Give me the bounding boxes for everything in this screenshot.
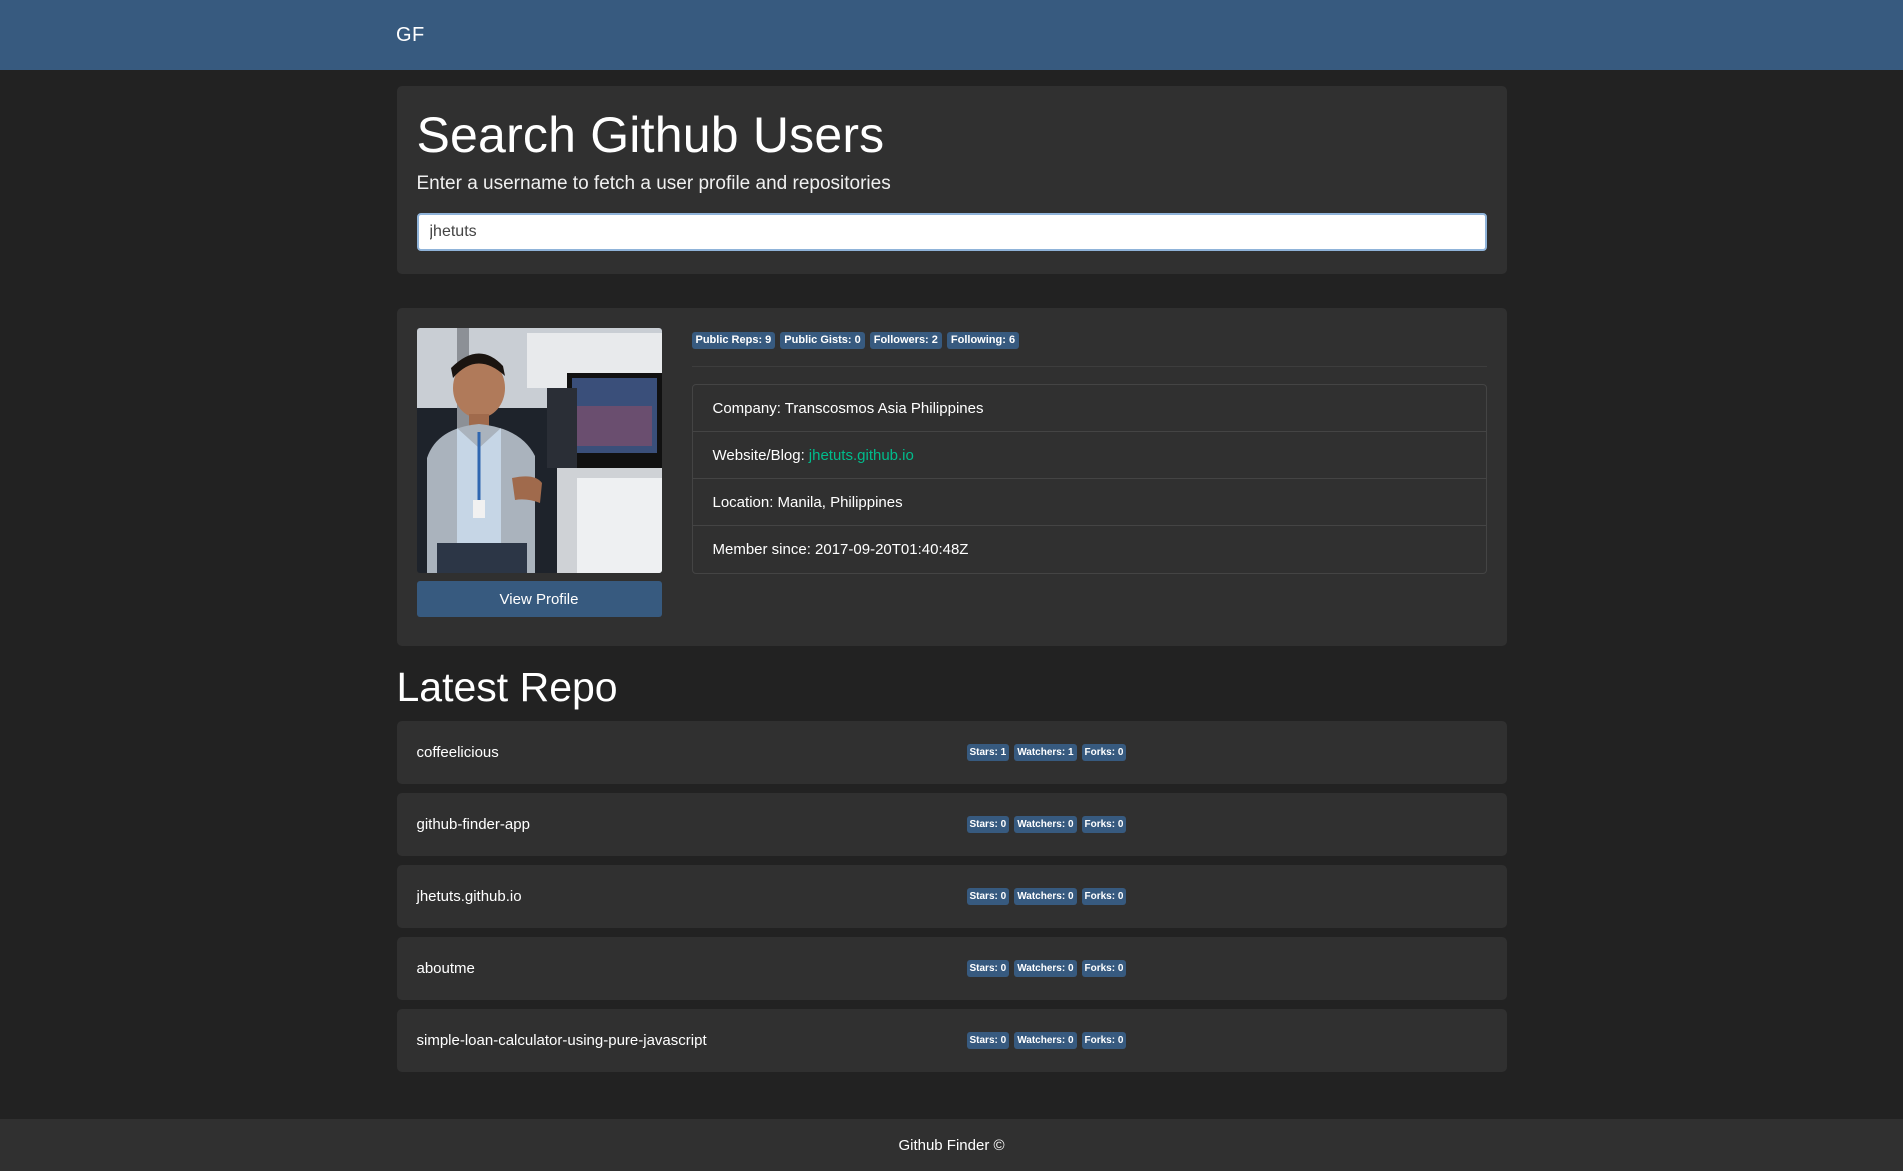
watchers-badge: Watchers: 0: [1014, 960, 1077, 977]
repo-name-link[interactable]: aboutme: [417, 960, 967, 977]
main-container: Search Github Users Enter a username to …: [396, 86, 1507, 1072]
profile-stats-badges: Public Reps: 9 Public Gists: 0 Followers…: [691, 332, 1487, 349]
divider: [691, 366, 1487, 367]
repo-stats-badges: Stars: 0 Watchers: 0 Forks: 0: [966, 816, 1127, 833]
search-subtitle: Enter a username to fetch a user profile…: [416, 173, 891, 194]
forks-badge: Forks: 0: [1081, 960, 1127, 977]
avatar: [416, 328, 662, 573]
repo-row: coffeelicious Stars: 1 Watchers: 1 Forks…: [396, 721, 1507, 784]
forks-badge: Forks: 0: [1081, 816, 1127, 833]
forks-badge: Forks: 0: [1081, 888, 1127, 905]
website-link[interactable]: jhetuts.github.io: [809, 447, 914, 464]
followers-badge: Followers: 2: [869, 332, 942, 349]
repo-name-link[interactable]: github-finder-app: [417, 816, 967, 833]
profile-card: View Profile Public Reps: 9 Public Gists…: [396, 308, 1507, 646]
profile-right-column: Public Reps: 9 Public Gists: 0 Followers…: [691, 328, 1487, 626]
member-since-item: Member since: 2017-09-20T01:40:48Z: [693, 526, 1486, 573]
watchers-badge: Watchers: 1: [1014, 744, 1077, 761]
repo-row: jhetuts.github.io Stars: 0 Watchers: 0 F…: [396, 865, 1507, 928]
location-item: Location: Manila, Philippines: [692, 479, 1486, 526]
location-text: Location: Manila, Philippines: [712, 493, 903, 511]
repo-row: aboutme Stars: 0 Watchers: 0 Forks: 0: [396, 937, 1507, 1000]
profile-info-list: Company: Transcosmos Asia Philippines We…: [691, 384, 1487, 574]
website-label: Website/Blog:: [712, 446, 805, 464]
stars-badge: Stars: 0: [966, 1032, 1010, 1049]
public-gists-badge: Public Gists: 0: [780, 332, 865, 349]
repo-stats-badges: Stars: 0 Watchers: 0 Forks: 0: [966, 888, 1127, 905]
stars-badge: Stars: 0: [966, 816, 1010, 833]
repo-row: github-finder-app Stars: 0 Watchers: 0 F…: [396, 793, 1507, 856]
repo-stats-badges: Stars: 1 Watchers: 1 Forks: 0: [966, 744, 1127, 761]
forks-badge: Forks: 0: [1081, 1032, 1127, 1049]
watchers-badge: Watchers: 0: [1014, 1032, 1077, 1049]
stars-badge: Stars: 1: [966, 744, 1010, 761]
search-input[interactable]: [416, 213, 1487, 251]
repo-stats-badges: Stars: 0 Watchers: 0 Forks: 0: [966, 1032, 1127, 1049]
repo-row: simple-loan-calculator-using-pure-javasc…: [396, 1009, 1507, 1072]
repo-name-link[interactable]: jhetuts.github.io: [417, 888, 967, 905]
footer-text: Github Finder ©: [898, 1136, 1005, 1154]
footer: Github Finder ©: [0, 1119, 1903, 1171]
repo-stats-badges: Stars: 0 Watchers: 0 Forks: 0: [966, 960, 1127, 977]
repo-name-link[interactable]: simple-loan-calculator-using-pure-javasc…: [417, 1032, 967, 1049]
repo-name-link[interactable]: coffeelicious: [417, 744, 967, 761]
company-item: Company: Transcosmos Asia Philippines: [692, 385, 1486, 432]
profile-left-column: View Profile: [416, 328, 662, 626]
repo-heading: Latest Repo: [396, 664, 618, 710]
following-badge: Following: 6: [946, 332, 1020, 349]
stars-badge: Stars: 0: [966, 888, 1010, 905]
forks-badge: Forks: 0: [1081, 744, 1127, 761]
public-repos-badge: Public Reps: 9: [691, 332, 776, 349]
page-title: Search Github Users: [416, 107, 885, 163]
watchers-badge: Watchers: 0: [1014, 816, 1077, 833]
company-text: Company: Transcosmos Asia Philippines: [712, 399, 984, 417]
search-card: Search Github Users Enter a username to …: [396, 86, 1507, 274]
stars-badge: Stars: 0: [966, 960, 1010, 977]
website-item: Website/Blog: jhetuts.github.io: [692, 432, 1486, 479]
watchers-badge: Watchers: 0: [1014, 888, 1077, 905]
view-profile-button[interactable]: View Profile: [416, 581, 662, 617]
repo-list: coffeelicious Stars: 1 Watchers: 1 Forks…: [396, 721, 1507, 1072]
brand-logo[interactable]: GF: [396, 24, 425, 47]
top-navbar: GF: [0, 0, 1903, 70]
member-since-text: Member since: 2017-09-20T01:40:48Z: [712, 541, 969, 558]
